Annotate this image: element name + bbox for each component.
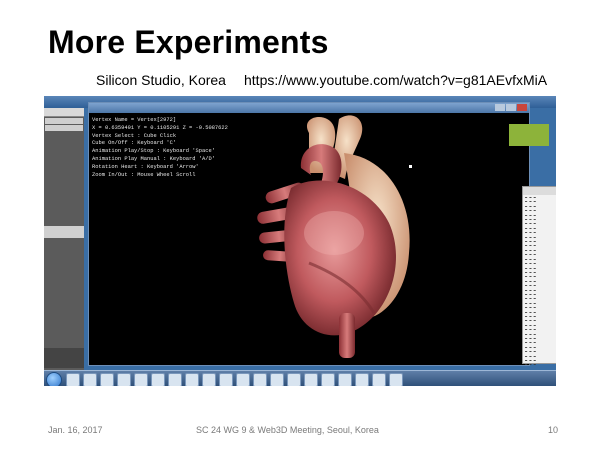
company-label: Silicon Studio, Korea xyxy=(96,72,226,88)
slide-title: More Experiments xyxy=(48,24,329,60)
folder-icon[interactable] xyxy=(83,373,97,386)
inspector-panel: ▬ ▬ ▬ ▬ ▬ ▬ ▬ ▬ ▬ ▬ ▬ ▬ ▬ ▬ ▬ ▬ ▬ ▬ ▬ ▬ … xyxy=(522,186,556,367)
left-panel-header xyxy=(44,108,84,117)
taskbar-icons xyxy=(66,373,403,386)
overlay-line: Animation Play/Stop : Keyboard 'Space' xyxy=(92,148,215,155)
app-icon-1[interactable] xyxy=(117,373,131,386)
overlay-line: Rotation Heart : Keyboard 'Arrow' xyxy=(92,163,199,170)
footer-date: Jan. 16, 2017 xyxy=(48,425,103,435)
app-icon-3[interactable] xyxy=(151,373,165,386)
app-icon-2[interactable] xyxy=(134,373,148,386)
inspector-rows: ▬ ▬ ▬ ▬ ▬ ▬ ▬ ▬ ▬ ▬ ▬ ▬ ▬ ▬ ▬ ▬ ▬ ▬ ▬ ▬ … xyxy=(525,196,536,368)
minimize-button[interactable] xyxy=(495,104,505,111)
heart-viewer-window: Vertex Name = Vertex[2972] X = 0.6359491… xyxy=(88,102,530,366)
windows-taskbar xyxy=(44,370,556,386)
left-panel-game-tab[interactable] xyxy=(44,226,84,238)
left-panel-item[interactable] xyxy=(45,125,83,131)
video-url-link[interactable]: https://www.youtube.com/watch?v=g81AEvfx… xyxy=(244,72,547,88)
ie-icon[interactable] xyxy=(66,373,80,386)
overlay-line: Animation Play Manual : Keyboard 'A/D' xyxy=(92,155,215,162)
overlay-line: Vertex Name = Vertex[2972] xyxy=(92,117,177,123)
overlay-line: Cube On/Off : Keyboard 'C' xyxy=(92,140,177,147)
app-icon-8[interactable] xyxy=(253,373,267,386)
app-icon-9[interactable] xyxy=(270,373,284,386)
overlay-line: Vertex Select : Cube Click xyxy=(92,132,177,139)
window-titlebar[interactable] xyxy=(89,103,529,113)
maximize-button[interactable] xyxy=(506,104,516,111)
page-number: 10 xyxy=(548,425,559,435)
app-icon-13[interactable] xyxy=(338,373,352,386)
app-icon-4[interactable] xyxy=(185,373,199,386)
app-icon-11[interactable] xyxy=(304,373,318,386)
left-panel-footer xyxy=(44,348,84,368)
app-icon-5[interactable] xyxy=(202,373,216,386)
controls-overlay: Vertex Name = Vertex[2972] X = 0.6359491… xyxy=(92,117,228,179)
steam-icon[interactable] xyxy=(168,373,182,386)
footer-event: SC 24 WG 9 & Web3D Meeting, Seoul, Korea xyxy=(196,425,379,435)
app-icon-15[interactable] xyxy=(372,373,386,386)
app-icon-14[interactable] xyxy=(355,373,369,386)
overlay-line: X = 0.6359491 Y = 0.1105291 Z = -0.50876… xyxy=(92,124,228,131)
app-icon-16[interactable] xyxy=(389,373,403,386)
heart-model-icon[interactable] xyxy=(239,113,439,358)
inspector-header xyxy=(523,187,556,195)
overlay-line: Zoom In/Out : Mouse Wheel Scroll xyxy=(92,171,196,178)
window-controls xyxy=(495,104,527,111)
accent-bar xyxy=(509,124,549,146)
left-panel-item[interactable] xyxy=(45,118,83,124)
desktop-screenshot: Vertex Name = Vertex[2972] X = 0.6359491… xyxy=(44,96,556,386)
app-icon-6[interactable] xyxy=(219,373,233,386)
start-orb-icon[interactable] xyxy=(46,372,62,386)
editor-left-panel xyxy=(44,108,84,370)
app-icon-10[interactable] xyxy=(287,373,301,386)
close-button[interactable] xyxy=(517,104,527,111)
app-icon-7[interactable] xyxy=(236,373,250,386)
app-icon-12[interactable] xyxy=(321,373,335,386)
media-icon[interactable] xyxy=(100,373,114,386)
